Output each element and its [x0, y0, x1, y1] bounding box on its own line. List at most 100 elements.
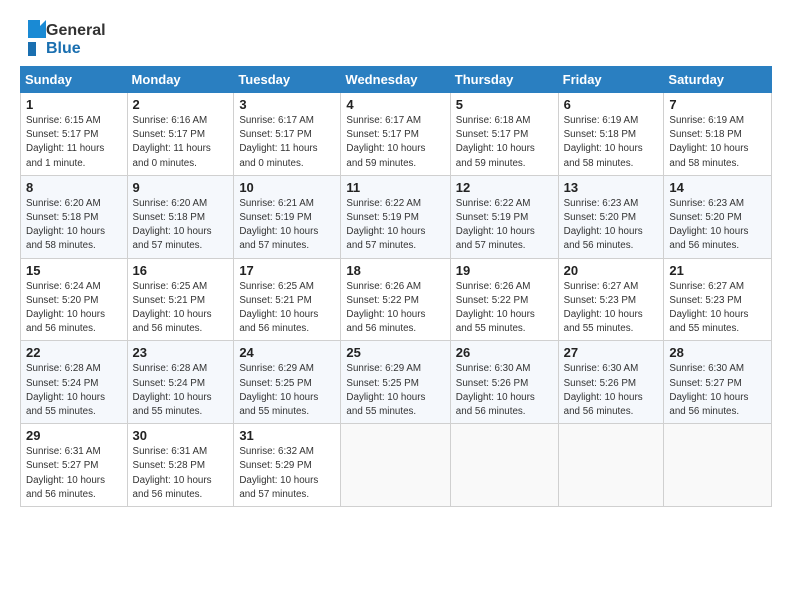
day-info: Sunrise: 6:25 AMSunset: 5:21 PMDaylight:… — [239, 280, 335, 337]
day-cell: 22 Sunrise: 6:28 AMSunset: 5:24 PMDayligh… — [21, 341, 128, 424]
day-number: 26 — [456, 345, 553, 360]
day-info: Sunrise: 6:25 AMSunset: 5:21 PMDaylight:… — [133, 280, 229, 337]
day-info: Sunrise: 6:18 AMSunset: 5:17 PMDaylight:… — [456, 114, 553, 171]
day-cell: 17 Sunrise: 6:25 AMSunset: 5:21 PMDayligh… — [234, 258, 341, 341]
day-cell — [558, 424, 664, 507]
day-cell — [341, 424, 450, 507]
day-number: 18 — [346, 263, 444, 278]
day-cell: 27 Sunrise: 6:30 AMSunset: 5:26 PMDayligh… — [558, 341, 664, 424]
day-number: 20 — [564, 263, 659, 278]
col-header-thursday: Thursday — [450, 67, 558, 93]
day-info: Sunrise: 6:26 AMSunset: 5:22 PMDaylight:… — [346, 280, 444, 337]
day-number: 19 — [456, 263, 553, 278]
day-number: 23 — [133, 345, 229, 360]
page: GeneralBlue SundayMondayTuesdayWednesday… — [0, 0, 792, 517]
calendar-table: SundayMondayTuesdayWednesdayThursdayFrid… — [20, 66, 772, 507]
day-number: 25 — [346, 345, 444, 360]
day-info: Sunrise: 6:21 AMSunset: 5:19 PMDaylight:… — [239, 197, 335, 254]
day-number: 2 — [133, 97, 229, 112]
day-cell: 20Sunrise: 6:27 AMSunset: 5:23 PMDayligh… — [558, 258, 664, 341]
day-info: Sunrise: 6:30 AMSunset: 5:26 PMDaylight:… — [456, 362, 553, 419]
day-cell: 1 Sunrise: 6:15 AMSunset: 5:17 PMDaylight… — [21, 93, 128, 176]
calendar-header-row: SundayMondayTuesdayWednesdayThursdayFrid… — [21, 67, 772, 93]
day-cell: 9 Sunrise: 6:20 AMSunset: 5:18 PMDaylight… — [127, 175, 234, 258]
day-number: 5 — [456, 97, 553, 112]
day-cell: 11Sunrise: 6:22 AMSunset: 5:19 PMDayligh… — [341, 175, 450, 258]
day-number: 16 — [133, 263, 229, 278]
day-cell: 31 Sunrise: 6:32 AMSunset: 5:29 PMDayligh… — [234, 424, 341, 507]
day-cell: 24Sunrise: 6:29 AMSunset: 5:25 PMDayligh… — [234, 341, 341, 424]
day-cell: 26 Sunrise: 6:30 AMSunset: 5:26 PMDayligh… — [450, 341, 558, 424]
day-info: Sunrise: 6:27 AMSunset: 5:23 PMDaylight:… — [669, 280, 766, 337]
day-number: 14 — [669, 180, 766, 195]
day-info: Sunrise: 6:23 AMSunset: 5:20 PMDaylight:… — [564, 197, 659, 254]
svg-text:Blue: Blue — [46, 40, 81, 57]
day-number: 31 — [239, 428, 335, 443]
day-info: Sunrise: 6:20 AMSunset: 5:18 PMDaylight:… — [133, 197, 229, 254]
day-info: Sunrise: 6:28 AMSunset: 5:24 PMDaylight:… — [26, 362, 122, 419]
col-header-wednesday: Wednesday — [341, 67, 450, 93]
col-header-monday: Monday — [127, 67, 234, 93]
day-cell: 7 Sunrise: 6:19 AMSunset: 5:18 PMDaylight… — [664, 93, 772, 176]
day-number: 21 — [669, 263, 766, 278]
day-info: Sunrise: 6:30 AMSunset: 5:26 PMDaylight:… — [564, 362, 659, 419]
week-row-2: 8 Sunrise: 6:20 AMSunset: 5:18 PMDaylight… — [21, 175, 772, 258]
day-info: Sunrise: 6:19 AMSunset: 5:18 PMDaylight:… — [564, 114, 659, 171]
day-info: Sunrise: 6:17 AMSunset: 5:17 PMDaylight:… — [239, 114, 335, 171]
day-cell: 13 Sunrise: 6:23 AMSunset: 5:20 PMDayligh… — [558, 175, 664, 258]
day-cell: 6Sunrise: 6:19 AMSunset: 5:18 PMDaylight… — [558, 93, 664, 176]
day-info: Sunrise: 6:26 AMSunset: 5:22 PMDaylight:… — [456, 280, 553, 337]
day-number: 17 — [239, 263, 335, 278]
day-number: 7 — [669, 97, 766, 112]
logo-svg: GeneralBlue — [20, 16, 110, 60]
day-info: Sunrise: 6:31 AMSunset: 5:28 PMDaylight:… — [133, 445, 229, 502]
col-header-sunday: Sunday — [21, 67, 128, 93]
day-number: 9 — [133, 180, 229, 195]
day-number: 3 — [239, 97, 335, 112]
day-cell: 2 Sunrise: 6:16 AMSunset: 5:17 PMDaylight… — [127, 93, 234, 176]
day-info: Sunrise: 6:16 AMSunset: 5:17 PMDaylight:… — [133, 114, 229, 171]
week-row-5: 29 Sunrise: 6:31 AMSunset: 5:27 PMDayligh… — [21, 424, 772, 507]
day-info: Sunrise: 6:28 AMSunset: 5:24 PMDaylight:… — [133, 362, 229, 419]
day-cell — [664, 424, 772, 507]
day-cell: 16 Sunrise: 6:25 AMSunset: 5:21 PMDayligh… — [127, 258, 234, 341]
day-cell: 4Sunrise: 6:17 AMSunset: 5:17 PMDaylight… — [341, 93, 450, 176]
day-cell — [450, 424, 558, 507]
logo: GeneralBlue — [20, 16, 110, 60]
day-cell: 19 Sunrise: 6:26 AMSunset: 5:22 PMDayligh… — [450, 258, 558, 341]
day-cell: 5 Sunrise: 6:18 AMSunset: 5:17 PMDaylight… — [450, 93, 558, 176]
day-cell: 3 Sunrise: 6:17 AMSunset: 5:17 PMDaylight… — [234, 93, 341, 176]
day-cell: 23 Sunrise: 6:28 AMSunset: 5:24 PMDayligh… — [127, 341, 234, 424]
day-info: Sunrise: 6:20 AMSunset: 5:18 PMDaylight:… — [26, 197, 122, 254]
day-number: 22 — [26, 345, 122, 360]
day-info: Sunrise: 6:30 AMSunset: 5:27 PMDaylight:… — [669, 362, 766, 419]
day-number: 4 — [346, 97, 444, 112]
day-info: Sunrise: 6:15 AMSunset: 5:17 PMDaylight:… — [26, 114, 122, 171]
day-info: Sunrise: 6:32 AMSunset: 5:29 PMDaylight:… — [239, 445, 335, 502]
day-info: Sunrise: 6:23 AMSunset: 5:20 PMDaylight:… — [669, 197, 766, 254]
day-number: 29 — [26, 428, 122, 443]
day-cell: 14 Sunrise: 6:23 AMSunset: 5:20 PMDayligh… — [664, 175, 772, 258]
day-number: 27 — [564, 345, 659, 360]
day-info: Sunrise: 6:24 AMSunset: 5:20 PMDaylight:… — [26, 280, 122, 337]
day-info: Sunrise: 6:29 AMSunset: 5:25 PMDaylight:… — [239, 362, 335, 419]
day-number: 13 — [564, 180, 659, 195]
day-info: Sunrise: 6:22 AMSunset: 5:19 PMDaylight:… — [346, 197, 444, 254]
day-cell: 15Sunrise: 6:24 AMSunset: 5:20 PMDayligh… — [21, 258, 128, 341]
week-row-4: 22 Sunrise: 6:28 AMSunset: 5:24 PMDayligh… — [21, 341, 772, 424]
day-number: 30 — [133, 428, 229, 443]
day-cell: 10 Sunrise: 6:21 AMSunset: 5:19 PMDayligh… — [234, 175, 341, 258]
header: GeneralBlue — [20, 16, 772, 60]
week-row-3: 15Sunrise: 6:24 AMSunset: 5:20 PMDayligh… — [21, 258, 772, 341]
col-header-saturday: Saturday — [664, 67, 772, 93]
week-row-1: 1 Sunrise: 6:15 AMSunset: 5:17 PMDaylight… — [21, 93, 772, 176]
svg-text:General: General — [46, 22, 106, 39]
day-number: 10 — [239, 180, 335, 195]
day-info: Sunrise: 6:19 AMSunset: 5:18 PMDaylight:… — [669, 114, 766, 171]
day-info: Sunrise: 6:22 AMSunset: 5:19 PMDaylight:… — [456, 197, 553, 254]
day-cell: 30 Sunrise: 6:31 AMSunset: 5:28 PMDayligh… — [127, 424, 234, 507]
day-number: 8 — [26, 180, 122, 195]
day-number: 1 — [26, 97, 122, 112]
day-info: Sunrise: 6:31 AMSunset: 5:27 PMDaylight:… — [26, 445, 122, 502]
day-cell: 18 Sunrise: 6:26 AMSunset: 5:22 PMDayligh… — [341, 258, 450, 341]
